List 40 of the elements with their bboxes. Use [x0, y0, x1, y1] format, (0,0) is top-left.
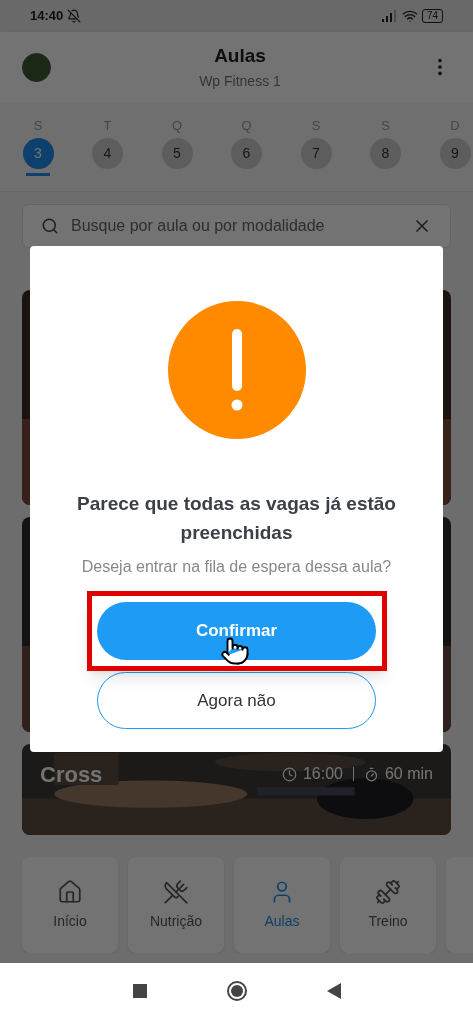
recents-button[interactable]: [132, 984, 147, 998]
status-time: 14:40: [30, 7, 64, 26]
back-icon[interactable]: [326, 983, 341, 999]
warning-icon: [167, 301, 306, 439]
dialog-title: Parece que todas as vagas já estão preenchidas: [76, 492, 397, 545]
home-button[interactable]: [226, 981, 247, 1001]
page-title: Aulas: [214, 44, 266, 69]
confirm-button[interactable]: Confirmar: [97, 602, 376, 660]
dumbbell-icon: [375, 878, 401, 905]
search-input[interactable]: Busque por aula ou por modalidade: [71, 214, 400, 238]
class-duration: 60 min: [384, 764, 433, 784]
hand-cursor-icon: [219, 636, 250, 666]
bell-off-icon: [67, 9, 82, 23]
selected-underline: [26, 172, 50, 176]
class-time: 16:00: [302, 764, 343, 784]
avatar[interactable]: [22, 52, 51, 82]
class-name: Cross: [40, 761, 103, 789]
home-icon: [57, 878, 83, 905]
nav-tab[interactable]: Início: [22, 857, 118, 953]
nav-tab[interactable]: Aulas: [234, 857, 330, 953]
wifi-icon: [401, 8, 418, 24]
day-button[interactable]: 9: [439, 137, 471, 169]
day-button[interactable]: 4: [92, 137, 123, 169]
battery-indicator: 74: [421, 9, 443, 23]
nav-tab[interactable]: Nutrição: [128, 857, 224, 953]
dialog-message: Deseja entrar na fila de espera dessa aula?: [81, 557, 392, 577]
class-card[interactable]: Cross 16:00 60 min: [22, 744, 451, 835]
fork-knife-icon: [163, 878, 189, 905]
day-button[interactable]: 8: [370, 137, 401, 169]
day-button[interactable]: 5: [161, 137, 193, 169]
nav-tab[interactable]: Treino: [340, 857, 436, 953]
search-icon: [41, 217, 59, 235]
search-field[interactable]: Busque por aula ou por modalidade: [22, 204, 451, 248]
day-button[interactable]: 6: [231, 137, 262, 169]
page-subtitle: Wp Fitness 1: [199, 71, 281, 91]
day-button[interactable]: 3: [22, 137, 54, 169]
clock-icon: [281, 766, 297, 782]
signal-icon: [381, 10, 398, 22]
day-button[interactable]: 7: [300, 137, 332, 169]
stopwatch-icon: [363, 766, 379, 782]
